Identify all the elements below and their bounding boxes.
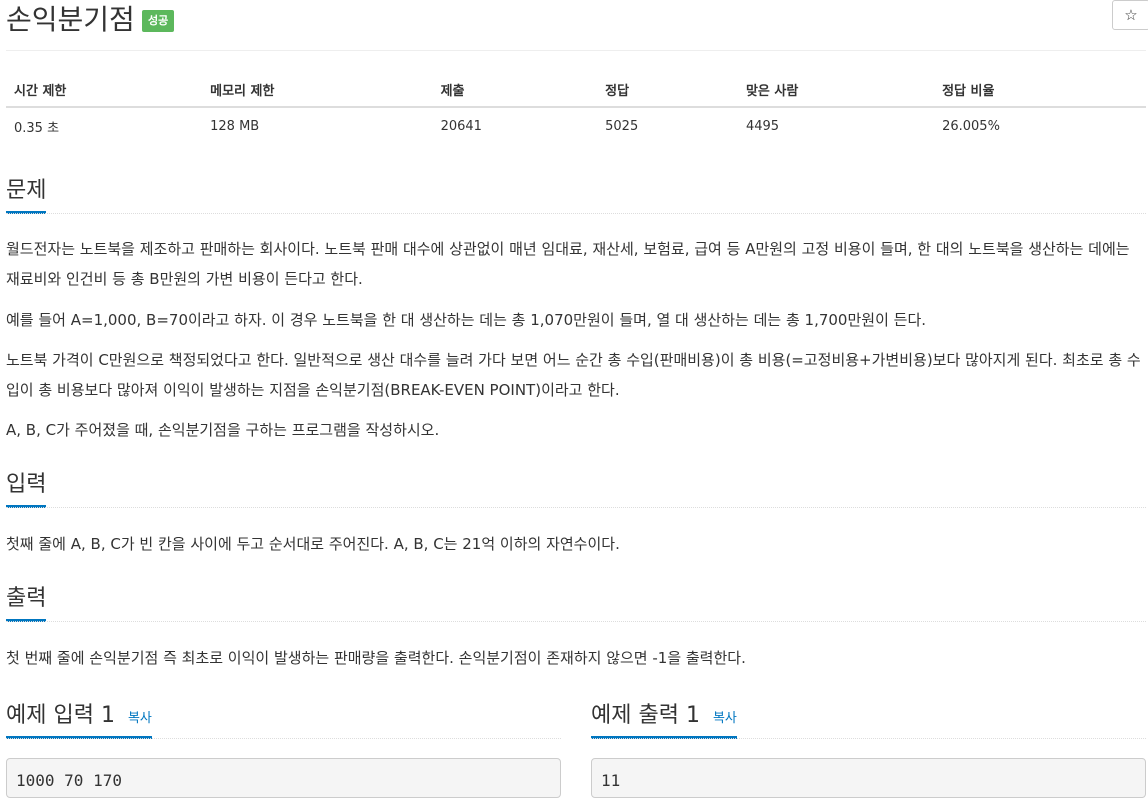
table-row: 0.35 초 128 MB 20641 5025 4495 26.005% <box>6 107 1146 144</box>
problem-paragraph-3: 노트북 가격이 C만원으로 책정되었다고 한다. 일반적으로 생산 대수를 늘려… <box>6 351 1141 399</box>
sample-input-header: 예제 입력 1 복사 <box>6 697 561 739</box>
problem-paragraph-4: A, B, C가 주어졌을 때, 손익분기점을 구하는 프로그램을 작성하시오. <box>6 421 440 439</box>
table-header-row: 시간 제한 메모리 제한 제출 정답 맞은 사람 정답 비율 <box>6 72 1146 108</box>
sample-output-heading: 예제 출력 1 복사 <box>591 697 737 739</box>
sample-input-title: 예제 입력 1 <box>6 703 115 728</box>
submissions-value: 20641 <box>440 118 482 134</box>
solvers-value: 4495 <box>745 118 780 134</box>
output-description: 첫 번째 줄에 손익분기점 즉 최초로 이익이 발생하는 판매량을 출력한다. … <box>6 649 746 667</box>
section-divider <box>591 737 1146 739</box>
title-row: 손익분기점 성공 ☆ <box>6 0 1148 40</box>
status-badge: 성공 <box>142 10 175 32</box>
problem-info-table: 시간 제한 메모리 제한 제출 정답 맞은 사람 정답 비율 0.35 초 12… <box>6 72 1146 144</box>
accepted-value: 5025 <box>605 118 639 134</box>
copy-sample-input-button[interactable]: 복사 <box>128 711 152 726</box>
time-limit-value: 0.35 초 <box>14 120 60 136</box>
problem-heading: 문제 <box>6 172 47 214</box>
sample-input-heading: 예제 입력 1 복사 <box>6 697 152 739</box>
section-divider <box>6 737 561 739</box>
problem-paragraph-1: 월드전자는 노트북을 제조하고 판매하는 회사이다. 노트북 판매 대수에 상관… <box>6 240 1130 288</box>
sample-output-title: 예제 출력 1 <box>591 703 700 728</box>
input-section-header: 입력 <box>6 466 1146 508</box>
sample-input-box[interactable]: 1000 70 170 <box>6 758 561 798</box>
copy-sample-output-button[interactable]: 복사 <box>713 711 737 726</box>
input-description: 첫째 줄에 A, B, C가 빈 칸을 사이에 두고 순서대로 주어진다. A,… <box>6 535 620 553</box>
output-heading: 출력 <box>6 580 47 622</box>
col-solvers: 맞은 사람 <box>737 72 935 108</box>
col-time-limit: 시간 제한 <box>6 72 203 108</box>
col-submissions: 제출 <box>432 72 598 108</box>
memory-limit-value: 128 MB <box>210 118 260 134</box>
section-divider <box>6 212 1146 214</box>
col-memory-limit: 메모리 제한 <box>202 72 433 108</box>
problem-section-header: 문제 <box>6 172 1146 214</box>
section-divider <box>6 506 1146 508</box>
col-accepted: 정답 <box>597 72 738 108</box>
divider <box>6 50 1146 51</box>
input-heading: 입력 <box>6 466 47 508</box>
section-divider <box>6 620 1146 622</box>
star-icon: ☆ <box>1124 6 1138 24</box>
problem-paragraph-2: 예를 들어 A=1,000, B=70이라고 하자. 이 경우 노트북을 한 대… <box>6 311 927 329</box>
col-accept-ratio: 정답 비율 <box>934 72 1146 108</box>
page-title: 손익분기점 <box>6 3 135 36</box>
sample-output-box[interactable]: 11 <box>591 758 1146 798</box>
star-button[interactable]: ☆ <box>1112 0 1148 30</box>
accept-ratio-value: 26.005% <box>942 118 1000 134</box>
output-section-header: 출력 <box>6 580 1146 622</box>
sample-output-header: 예제 출력 1 복사 <box>591 697 1146 739</box>
